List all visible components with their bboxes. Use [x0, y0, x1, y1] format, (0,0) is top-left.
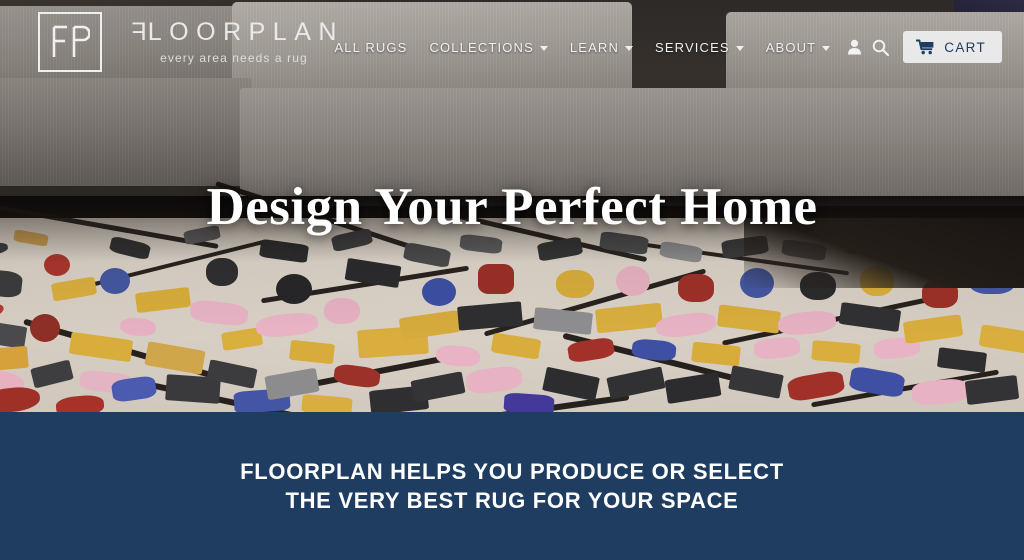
brand-tagline: every area needs a rug	[160, 51, 308, 65]
brand-logo[interactable]: F LOORPLAN every area needs a rug	[38, 12, 344, 72]
nav-label: ALL RUGS	[334, 39, 408, 55]
nav-item-all-rugs[interactable]: ALL RUGS	[323, 40, 418, 55]
nav-item-learn[interactable]: LEARN	[559, 40, 644, 55]
chevron-down-icon	[822, 45, 831, 51]
nav-item-collections[interactable]: COLLECTIONS	[419, 40, 559, 55]
nav-label: SERVICES	[655, 39, 730, 55]
value-proposition-text: FLOORPLAN HELPS YOU PRODUCE OR SELECT TH…	[240, 457, 784, 515]
page-root: Design Your Perfect Home F LOORPLAN every…	[0, 0, 1024, 560]
nav-item-services[interactable]: SERVICES	[644, 40, 755, 55]
chevron-down-icon	[539, 45, 548, 51]
floorplan-fp-monogram-icon	[38, 12, 102, 72]
brand-name-rest: LOORPLAN	[147, 18, 344, 46]
hero-headline: Design Your Perfect Home	[206, 178, 818, 236]
site-header: F LOORPLAN every area needs a rug ALL RUG…	[0, 0, 1024, 88]
sofa-seat-left	[0, 78, 252, 186]
user-account-icon[interactable]	[841, 34, 867, 60]
nav-label: COLLECTIONS	[429, 39, 534, 55]
nav-label: ABOUT	[765, 39, 817, 55]
band-line-1: FLOORPLAN HELPS YOU PRODUCE OR SELECT	[240, 458, 784, 484]
band-line-2: THE VERY BEST RUG FOR YOUR SPACE	[285, 488, 739, 513]
nav-item-about[interactable]: ABOUT	[755, 40, 842, 55]
search-icon[interactable]	[867, 34, 893, 60]
chevron-down-icon	[735, 45, 744, 51]
brand-wordmark: F LOORPLAN every area needs a rug	[124, 18, 344, 65]
main-navigation: ALL RUGS COLLECTIONS LEARN SERVICES ABOU…	[323, 31, 1002, 63]
chevron-down-icon	[625, 45, 634, 51]
cart-button[interactable]: CART	[903, 31, 1002, 63]
nav-label: LEARN	[569, 39, 620, 55]
value-proposition-band: FLOORPLAN HELPS YOU PRODUCE OR SELECT TH…	[0, 412, 1024, 560]
brand-name: F LOORPLAN	[124, 18, 344, 46]
cart-button-label: CART	[944, 39, 986, 55]
shopping-cart-icon	[916, 39, 935, 55]
brand-name-first-letter: F	[124, 18, 147, 46]
